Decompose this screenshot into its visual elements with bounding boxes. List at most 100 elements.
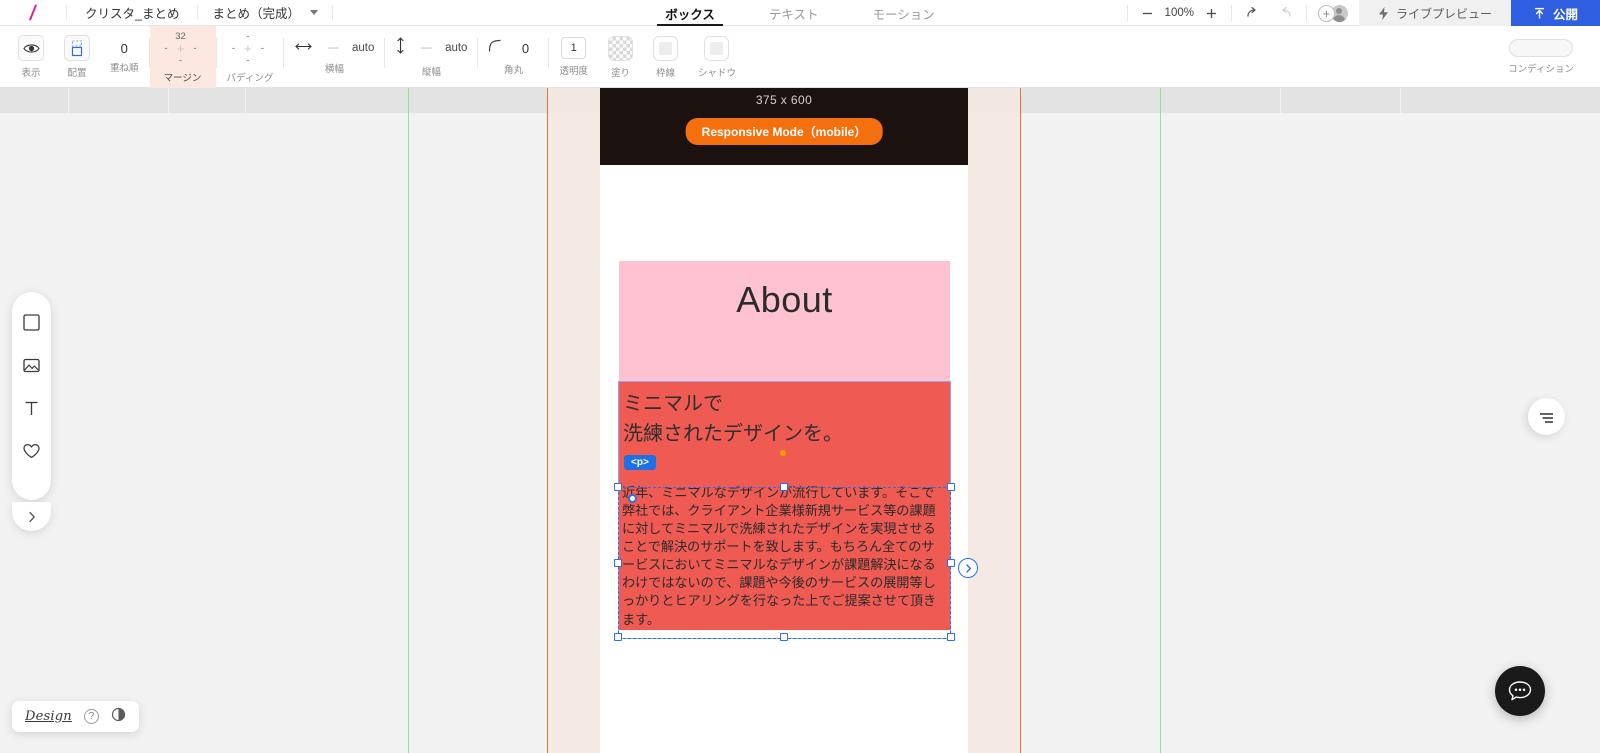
arrows-vertical-icon xyxy=(395,36,406,60)
project-name[interactable]: クリスタ_まとめ xyxy=(67,0,197,25)
design-footer-bar: Design ? xyxy=(12,701,139,732)
box-placement-icon[interactable] xyxy=(64,35,90,61)
margin-anchor-dot[interactable] xyxy=(780,450,786,456)
prop-zorder[interactable]: 0 重ね順 xyxy=(100,26,149,88)
live-preview-label: ライブプレビュー xyxy=(1395,6,1492,21)
about-section[interactable]: About xyxy=(619,261,950,381)
plus-circle-icon[interactable]: + xyxy=(1317,4,1335,22)
margin-bottom-value[interactable]: - xyxy=(179,55,182,66)
prop-width[interactable]: ---- auto 横幅 xyxy=(284,26,384,88)
page-selector[interactable]: まとめ（完成） xyxy=(198,0,332,25)
resize-handle-top-right[interactable] xyxy=(947,483,955,491)
chat-bubble-icon xyxy=(1508,681,1532,701)
prop-zorder-value[interactable]: 0 xyxy=(111,41,137,56)
guide-line-green-right[interactable] xyxy=(1160,88,1161,753)
design-canvas[interactable]: 375 x 600 Responsive Mode（mobile） About … xyxy=(0,88,1600,753)
selection-outline xyxy=(618,487,951,639)
tab-boxes[interactable]: ボックス xyxy=(657,0,723,26)
prop-opacity[interactable]: 1 透明度 xyxy=(549,26,598,88)
resize-handle-middle-left[interactable] xyxy=(614,559,622,567)
zoom-controls: 100% xyxy=(1128,0,1231,26)
chevron-down-icon xyxy=(309,10,318,15)
anchor-handle[interactable] xyxy=(628,494,637,503)
chat-support-button[interactable] xyxy=(1495,666,1545,716)
zoom-in-button[interactable] xyxy=(1205,7,1218,20)
prop-border[interactable]: 枠線 xyxy=(643,26,688,88)
panel-lines-icon xyxy=(1540,412,1553,423)
panel-toggle-button[interactable] xyxy=(1528,398,1565,435)
guide-line-orange-right[interactable] xyxy=(1020,88,1021,753)
resize-handle-top-left[interactable] xyxy=(614,483,622,491)
radius-value[interactable]: 0 xyxy=(512,41,538,56)
margin-right-value[interactable]: - xyxy=(193,43,196,54)
text-tool-icon[interactable] xyxy=(21,398,42,419)
prop-visibility[interactable]: 表示 xyxy=(8,26,54,88)
publish-button[interactable]: 公開 xyxy=(1510,0,1600,26)
top-bar-right: 100% + ライブプレビュー 公開 xyxy=(1126,0,1600,26)
prop-fill[interactable]: 塗り xyxy=(598,26,643,88)
resize-handle-middle-right[interactable] xyxy=(947,559,955,567)
redo-arrow-icon[interactable] xyxy=(1277,6,1293,20)
box-tool-icon[interactable] xyxy=(21,312,42,333)
device-header: 375 x 600 Responsive Mode（mobile） xyxy=(600,88,968,165)
link-plus-icon[interactable]: + xyxy=(177,41,185,56)
undo-arrow-icon[interactable] xyxy=(1245,6,1261,20)
margin-left-value[interactable]: - xyxy=(164,43,167,54)
prop-fill-label: 塗り xyxy=(610,67,630,79)
prop-height[interactable]: ---- auto 縦幅 xyxy=(385,26,477,88)
guide-line-green-left[interactable] xyxy=(408,88,409,753)
resize-handle-top-center[interactable] xyxy=(780,483,788,491)
tab-motion[interactable]: モーション xyxy=(869,0,939,26)
margin-band-left xyxy=(547,88,600,753)
question-circle-icon[interactable]: ? xyxy=(83,709,99,724)
prop-shadow[interactable]: シャドウ xyxy=(688,26,746,88)
arrows-horizontal-icon xyxy=(294,39,313,57)
prop-condition[interactable]: コンディション xyxy=(1498,26,1600,88)
heart-tool-icon[interactable] xyxy=(21,441,42,462)
tab-text[interactable]: テキスト xyxy=(765,0,823,26)
margin-band-right xyxy=(968,88,1020,753)
eye-icon[interactable] xyxy=(18,35,44,61)
padding-box-widget: - - + - - xyxy=(227,31,273,66)
resize-handle-bottom-left[interactable] xyxy=(614,633,622,641)
zoom-level-label: 100% xyxy=(1164,7,1194,19)
checker-swatch-icon[interactable] xyxy=(607,35,633,61)
guide-line-orange-left[interactable] xyxy=(547,88,548,753)
padding-right-value[interactable]: - xyxy=(261,43,264,54)
prop-padding-label: パディング xyxy=(226,72,274,84)
device-viewport[interactable]: 375 x 600 Responsive Mode（mobile） About … xyxy=(600,88,968,753)
zoom-out-button[interactable] xyxy=(1141,7,1154,20)
prop-radius[interactable]: 0 角丸 xyxy=(478,26,548,88)
padding-left-value[interactable]: - xyxy=(232,43,235,54)
image-tool-icon[interactable] xyxy=(21,355,42,376)
members-group: + xyxy=(1307,0,1359,26)
prop-margin[interactable]: 32 - + - - マージン xyxy=(149,26,216,88)
blank-section[interactable] xyxy=(600,165,968,261)
prop-padding[interactable]: - - + - - パディング xyxy=(217,26,284,88)
resize-handle-bottom-center[interactable] xyxy=(780,633,788,641)
app-logo[interactable] xyxy=(0,0,66,25)
contrast-moon-icon[interactable] xyxy=(111,707,126,727)
width-mode[interactable]: auto xyxy=(352,42,374,54)
prop-width-label: 横幅 xyxy=(324,64,344,75)
next-element-button[interactable] xyxy=(958,558,978,578)
prop-zorder-label: 重ね順 xyxy=(110,62,139,74)
live-preview-button[interactable]: ライブプレビュー xyxy=(1358,0,1511,26)
prop-layout[interactable]: 配置 xyxy=(54,26,100,88)
link-plus-icon[interactable]: + xyxy=(244,41,252,56)
history-controls xyxy=(1232,0,1306,26)
element-tag-badge[interactable]: <p> xyxy=(624,455,656,470)
height-value[interactable]: ---- xyxy=(420,42,432,54)
resize-handle-bottom-right[interactable] xyxy=(947,633,955,641)
property-toolbar: 表示 配置 0 重ね順 32 - + - - マージン - - + - - パデ… xyxy=(0,26,1600,88)
design-brand-label: Design xyxy=(25,709,72,724)
app-root: クリスタ_まとめ まとめ（完成） ボックス テキスト モーション 100% + … xyxy=(0,0,1600,753)
height-mode[interactable]: auto xyxy=(445,42,467,54)
padding-bottom-value[interactable]: - xyxy=(246,55,249,66)
border-swatch-icon[interactable] xyxy=(652,35,678,61)
slash-logo-icon xyxy=(28,4,38,21)
shadow-swatch-icon[interactable] xyxy=(704,35,730,61)
width-value[interactable]: ---- xyxy=(327,42,339,54)
toggle-pill-icon[interactable] xyxy=(1509,39,1574,57)
opacity-value[interactable]: 1 xyxy=(561,37,587,59)
